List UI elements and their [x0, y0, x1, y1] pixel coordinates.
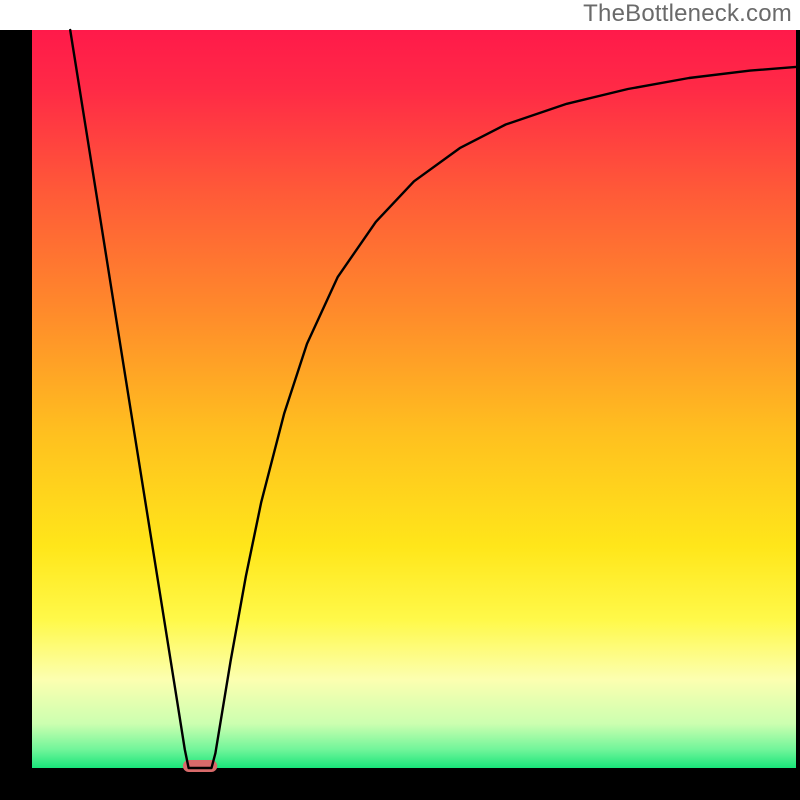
frame-bottom	[0, 768, 800, 800]
gradient-background	[32, 30, 796, 768]
frame-right	[796, 30, 800, 768]
bottleneck-chart	[0, 0, 800, 800]
frame-left	[0, 30, 32, 800]
attribution-text: TheBottleneck.com	[583, 0, 792, 28]
chart-container: TheBottleneck.com	[0, 0, 800, 800]
